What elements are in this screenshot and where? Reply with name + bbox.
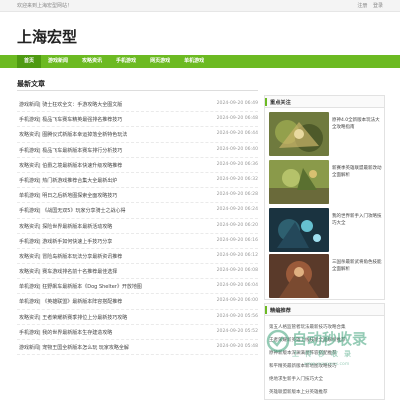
card-title[interactable]: 新赛季英雄联盟最新改动全面解析: [332, 165, 384, 179]
article-row[interactable]: 攻略资讯| 赛车游戏排名前十名推荐最佳选择 2024-09-20 06:08: [17, 264, 258, 280]
article-title[interactable]: 单机游戏| 狂野飙车最新版本《Dog Shelter》开放地图: [19, 283, 209, 290]
article-title[interactable]: 单机游戏| 明日之后新地图探索全面攻略技巧: [19, 192, 209, 199]
welcome-text: 欢迎来到上海宏型网站！: [17, 3, 73, 9]
article-date: 2024-09-20 06:20: [216, 222, 258, 228]
article-date: 2024-09-20 06:48: [216, 116, 258, 122]
header-accent: [265, 98, 267, 106]
article-title[interactable]: 手机游戏| 游戏新手如何快速上手技巧分享: [19, 238, 209, 245]
register-link[interactable]: 登录: [373, 3, 383, 9]
article-title[interactable]: 手机游戏| 我的世界最新版本生存建造攻略: [19, 329, 209, 336]
featured-header: 重点关注: [265, 96, 384, 108]
article-title[interactable]: 攻略资讯| 王者荣耀新赛季排位上分最新技巧攻略: [19, 314, 209, 321]
recommend-header: 精编推荐: [265, 304, 384, 316]
article-row[interactable]: 单机游戏| 明日之后新地图探索全面攻略技巧 2024-09-20 06:28: [17, 188, 258, 204]
header-accent: [265, 306, 267, 314]
article-title[interactable]: 攻略资讯| 赛车游戏排名前十名推荐最佳选择: [19, 268, 209, 275]
card-thumbnail[interactable]: [269, 112, 329, 156]
top-links: 注册 登录: [353, 2, 383, 9]
article-row[interactable]: 手机游戏| 我的世界最新版本生存建造攻略 2024-09-20 05:52: [17, 325, 258, 340]
card-thumbnail[interactable]: [269, 208, 329, 252]
featured-title: 重点关注: [270, 100, 291, 106]
article-date: 2024-09-20 06:00: [216, 298, 258, 304]
top-bar: 欢迎来到上海宏型网站！ 注册 登录: [0, 0, 400, 12]
watermark-sub: 上传秒收录: [292, 350, 357, 358]
card-title[interactable]: 我的世界新手入门攻略技巧大全: [332, 213, 384, 227]
article-list: 游戏新闻| 骑士狂欢全文：手游攻略大全图文版 2024-09-20 06:49 手机…: [17, 97, 258, 356]
featured-card[interactable]: 三国杀最新武将角色技能全面解析: [269, 254, 382, 298]
watermark-url: www.xxxxxxxx.com: [304, 362, 350, 367]
featured-card[interactable]: 我的世界新手入门攻略技巧大全: [269, 208, 382, 252]
article-title[interactable]: 游戏新闻| 宠物王国全新版本怎么玩 玩家攻略全解: [19, 344, 209, 351]
article-row[interactable]: 攻略资讯| 图腾仪式新版本幸运掉落全新特色玩法 2024-09-20 06:44: [17, 127, 258, 143]
featured-card[interactable]: 新赛季英雄联盟最新改动全面解析: [269, 160, 382, 204]
article-row[interactable]: 单机游戏| 狂野飙车最新版本《Dog Shelter》开放地图 2024-09-2…: [17, 279, 258, 295]
article-date: 2024-09-20 05:56: [216, 313, 258, 319]
card-title[interactable]: 原神4.0全新版本玩法大全攻略指南: [332, 117, 384, 131]
nav-item-mobile[interactable]: 手机游戏: [109, 55, 143, 68]
nav-item-home[interactable]: 首页: [17, 55, 42, 68]
article-row[interactable]: 攻略资讯| 探险世界最新版本最新活动攻略 2024-09-20 06:20: [17, 219, 258, 234]
article-title[interactable]: 攻略资讯| 探险世界最新版本最新活动攻略: [19, 223, 209, 230]
article-row[interactable]: 手机游戏| 热门新游戏推荐合集大全最新出炉 2024-09-20 06:32: [17, 173, 258, 189]
article-row[interactable]: 手机游戏| 极品飞车最新版本赛车排行分析技巧 2024-09-20 06:40: [17, 143, 258, 158]
site-logo[interactable]: 上海宏型: [17, 26, 77, 47]
watermark-main: 自动秒收录: [292, 330, 368, 348]
article-date: 2024-09-20 06:36: [216, 161, 258, 167]
login-link[interactable]: 注册: [357, 3, 367, 9]
article-date: 2024-09-20 06:40: [216, 146, 258, 152]
featured-card[interactable]: 原神4.0全新版本玩法大全攻略指南: [269, 112, 382, 156]
divider: [17, 90, 258, 91]
article-row[interactable]: 手机游戏| 极品飞车赛车精英最强排名推荐技巧 2024-09-20 06:48: [17, 112, 258, 128]
recommend-title: 精编推荐: [270, 308, 291, 314]
nav-item-single[interactable]: 单机游戏: [177, 55, 211, 68]
article-title[interactable]: 手机游戏| 《战国无双5》玩家分享骑士之战心得: [19, 207, 209, 214]
card-title[interactable]: 三国杀最新武将角色技能全面解析: [332, 259, 384, 273]
article-row[interactable]: 游戏新闻| 宠物王国全新版本怎么玩 玩家攻略全解 2024-09-20 05:48: [17, 340, 258, 356]
article-date: 2024-09-20 05:52: [216, 328, 258, 334]
article-date: 2024-09-20 06:44: [216, 131, 258, 137]
article-date: 2024-09-20 06:24: [216, 207, 258, 213]
article-title[interactable]: 手机游戏| 极品飞车赛车精英最强排名推荐技巧: [19, 116, 209, 123]
article-row[interactable]: 单机游戏| 《英雄联盟》最新版本阵容搭配推荐 2024-09-20 06:00: [17, 294, 258, 310]
featured-panel: 重点关注 原神4.0全新版本玩法大全攻略指南 新赛季英雄联盟最新改动全面解析 我…: [264, 95, 385, 300]
nav-item-web[interactable]: 网页游戏: [143, 55, 177, 68]
article-date: 2024-09-20 06:08: [216, 268, 258, 274]
article-date: 2024-09-20 06:28: [216, 192, 258, 198]
article-date: 2024-09-20 06:32: [216, 176, 258, 182]
card-thumbnail[interactable]: [269, 254, 329, 298]
card-thumbnail[interactable]: [269, 160, 329, 204]
main-nav: 首页 游戏新闻 攻略资讯 手机游戏 网页游戏 单机游戏: [0, 55, 400, 68]
article-date: 2024-09-20 06:12: [216, 252, 258, 258]
article-date: 2024-09-20 06:04: [216, 283, 258, 289]
recommend-item[interactable]: 英雄联盟新版本上分英雄推荐: [269, 389, 384, 395]
article-row[interactable]: 手机游戏| 游戏新手如何快速上手技巧分享 2024-09-20 06:16: [17, 234, 258, 249]
article-title[interactable]: 手机游戏| 热门新游戏推荐合集大全最新出炉: [19, 177, 209, 184]
article-date: 2024-09-20 06:16: [216, 237, 258, 243]
watermark-logo-icon: [266, 329, 290, 353]
article-row[interactable]: 游戏新闻| 骑士狂欢全文：手游攻略大全图文版 2024-09-20 06:49: [17, 97, 258, 113]
article-title[interactable]: 手机游戏| 极品飞车最新版本赛车排行分析技巧: [19, 147, 209, 154]
article-row[interactable]: 攻略资讯| 冒险岛新版本玩法分享最新资讯推荐 2024-09-20 06:12: [17, 249, 258, 265]
article-title[interactable]: 攻略资讯| 图腾仪式新版本幸运掉落全新特色玩法: [19, 131, 209, 138]
article-title[interactable]: 单机游戏| 《英雄联盟》最新版本阵容搭配推荐: [19, 298, 209, 305]
article-row[interactable]: 手机游戏| 《战国无双5》玩家分享骑士之战心得 2024-09-20 06:24: [17, 203, 258, 219]
nav-item-news[interactable]: 游戏新闻: [41, 55, 75, 68]
article-date: 2024-09-20 06:49: [216, 101, 258, 106]
article-title[interactable]: 游戏新闻| 骑士狂欢全文：手游攻略大全图文版: [19, 101, 209, 108]
article-title[interactable]: 攻略资讯| 伯爵之境最新版本快速升级攻略推荐: [19, 162, 209, 169]
nav-item-guides[interactable]: 攻略资讯: [75, 55, 109, 68]
section-title: 最新文章: [17, 80, 45, 88]
article-row[interactable]: 攻略资讯| 伯爵之境最新版本快速升级攻略推荐 2024-09-20 06:36: [17, 158, 258, 173]
article-title[interactable]: 攻略资讯| 冒险岛新版本玩法分享最新资讯推荐: [19, 253, 209, 260]
watermark: 自动秒收录 上传秒收录 www.xxxxxxxx.com: [264, 326, 385, 381]
article-date: 2024-09-20 05:48: [216, 344, 258, 349]
article-row[interactable]: 攻略资讯| 王者荣耀新赛季排位上分最新技巧攻略 2024-09-20 05:56: [17, 310, 258, 325]
